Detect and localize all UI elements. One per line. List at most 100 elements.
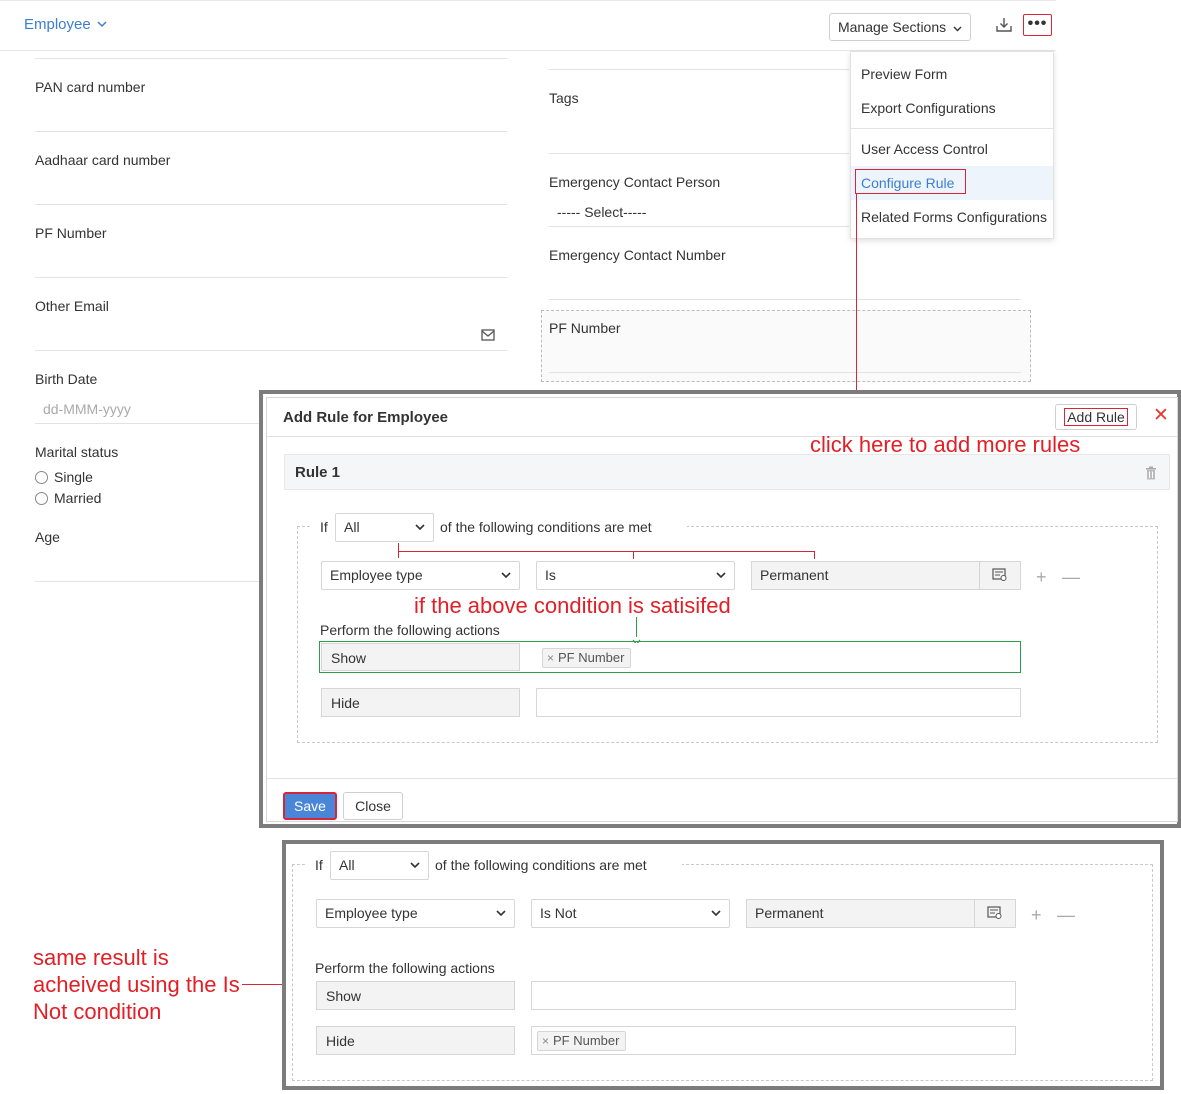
birth-date-input[interactable]: dd-MMM-yyyy [43, 401, 131, 417]
action-hide-label: Hide [321, 688, 520, 717]
emergency-contact-select[interactable]: ----- Select----- [557, 204, 646, 220]
hide-fields-input[interactable]: × PF Number [531, 1026, 1016, 1055]
more-icon[interactable]: ••• [1023, 14, 1052, 36]
match-select[interactable]: All [335, 513, 434, 542]
close-icon[interactable]: ✕ [1153, 406, 1169, 426]
actions-label: Perform the following actions [320, 622, 500, 638]
add-condition-icon[interactable]: + [1036, 567, 1047, 588]
field-label: PF Number [35, 225, 107, 241]
radio-single[interactable]: Single [35, 469, 93, 485]
show-fields-input[interactable]: × PF Number [536, 643, 1020, 671]
trash-icon[interactable] [1145, 466, 1157, 480]
field-label: Birth Date [35, 371, 98, 387]
action-hide-label: Hide [316, 1026, 515, 1055]
annotation-line [814, 551, 815, 559]
field-select[interactable]: Employee type [316, 899, 515, 928]
operator-select[interactable]: Is [536, 561, 735, 590]
field-label: Other Email [35, 298, 109, 314]
if-label: If [315, 857, 323, 873]
radio-button[interactable] [35, 492, 48, 505]
save-button[interactable]: Save [283, 792, 337, 820]
email-icon [481, 328, 495, 344]
annotation-same-result: same result is acheived using the Is Not… [33, 945, 240, 1024]
operator-value: Is Not [540, 905, 577, 921]
field-label: Emergency Contact Person [549, 174, 721, 190]
operator-select[interactable]: Is Not [531, 899, 730, 928]
manage-sections-button[interactable]: Manage Sections [829, 13, 971, 41]
rule-header [284, 454, 1170, 490]
show-fields-input[interactable] [531, 981, 1016, 1010]
field-divider [549, 69, 849, 70]
chevron-down-icon [415, 524, 425, 531]
menu-item-preview-form[interactable]: Preview Form [861, 66, 947, 82]
lookup-button[interactable] [974, 899, 1016, 928]
annotation-connector [856, 194, 857, 394]
field-select[interactable]: Employee type [321, 561, 520, 590]
chevron-down-icon [716, 572, 726, 579]
chevron-down-icon [496, 910, 506, 917]
hide-fields-input[interactable] [536, 688, 1021, 717]
radio-label: Married [54, 490, 102, 506]
menu-item-user-access-control[interactable]: User Access Control [861, 141, 988, 157]
add-rule-button[interactable]: Add Rule [1055, 404, 1137, 430]
if-label: If [320, 519, 328, 535]
value-field[interactable]: Permanent [751, 561, 980, 590]
rule-title: Rule 1 [295, 464, 341, 481]
chip-remove-icon[interactable]: × [547, 651, 554, 665]
menu-item-export-configurations[interactable]: Export Configurations [861, 100, 996, 116]
field-select-value: Employee type [330, 567, 423, 583]
more-options-menu: Preview Form Export Configurations User … [850, 51, 1054, 239]
match-value: All [344, 519, 360, 535]
value-field[interactable]: Permanent [746, 899, 975, 928]
field-divider [35, 204, 507, 205]
field-divider [35, 131, 507, 132]
manage-sections-label: Manage Sections [837, 19, 947, 35]
field-label: PF Number [549, 320, 621, 336]
field-label: Marital status [35, 444, 119, 460]
radio-button[interactable] [35, 471, 48, 484]
chip-pf-number: × PF Number [542, 648, 632, 668]
chevron-down-icon [711, 910, 721, 917]
close-button[interactable]: Close [343, 792, 403, 820]
add-condition-icon[interactable]: + [1031, 905, 1042, 926]
action-show-label: Show [321, 643, 520, 671]
chevron-down-icon [97, 19, 107, 31]
chevron-down-icon [410, 862, 420, 869]
field-label: Aadhaar card number [35, 152, 171, 168]
condition-suffix: of the following conditions are met [435, 857, 647, 873]
match-select[interactable]: All [330, 851, 429, 880]
remove-condition-icon[interactable]: — [1062, 567, 1080, 588]
configure-rule-highlight-box [855, 169, 966, 194]
field-divider [549, 153, 849, 154]
field-label: Emergency Contact Number [549, 247, 726, 263]
field-select-value: Employee type [325, 905, 418, 921]
annotation-line [398, 551, 815, 552]
field-divider [549, 372, 1021, 373]
field-label: Tags [549, 90, 579, 106]
remove-condition-icon[interactable]: — [1057, 905, 1075, 926]
dialog-footer-divider [267, 778, 1177, 779]
add-rule-label: Add Rule [1064, 408, 1128, 426]
menu-item-related-forms-configurations[interactable]: Related Forms Configurations [861, 209, 1047, 225]
annotation-condition-satisfied: if the above condition is satisifed [414, 593, 731, 618]
dialog-title: Add Rule for Employee [283, 409, 449, 426]
field-divider [549, 299, 1021, 300]
field-divider [35, 423, 265, 424]
form-selector[interactable]: Employee [24, 16, 107, 33]
lookup-icon [992, 568, 1007, 581]
lookup-button[interactable] [979, 561, 1021, 590]
annotation-line [633, 551, 634, 559]
radio-married[interactable]: Married [35, 490, 101, 506]
field-divider [35, 350, 507, 351]
chip-label: PF Number [553, 1033, 620, 1048]
annotation-line [242, 984, 282, 985]
chip-label: PF Number [558, 650, 625, 665]
field-divider [549, 226, 849, 227]
actions-label: Perform the following actions [315, 960, 495, 976]
field-divider [35, 581, 265, 582]
lookup-icon [987, 906, 1002, 919]
download-icon[interactable] [994, 15, 1016, 37]
menu-divider [851, 128, 1053, 129]
chip-remove-icon[interactable]: × [542, 1034, 549, 1048]
match-value: All [339, 857, 355, 873]
